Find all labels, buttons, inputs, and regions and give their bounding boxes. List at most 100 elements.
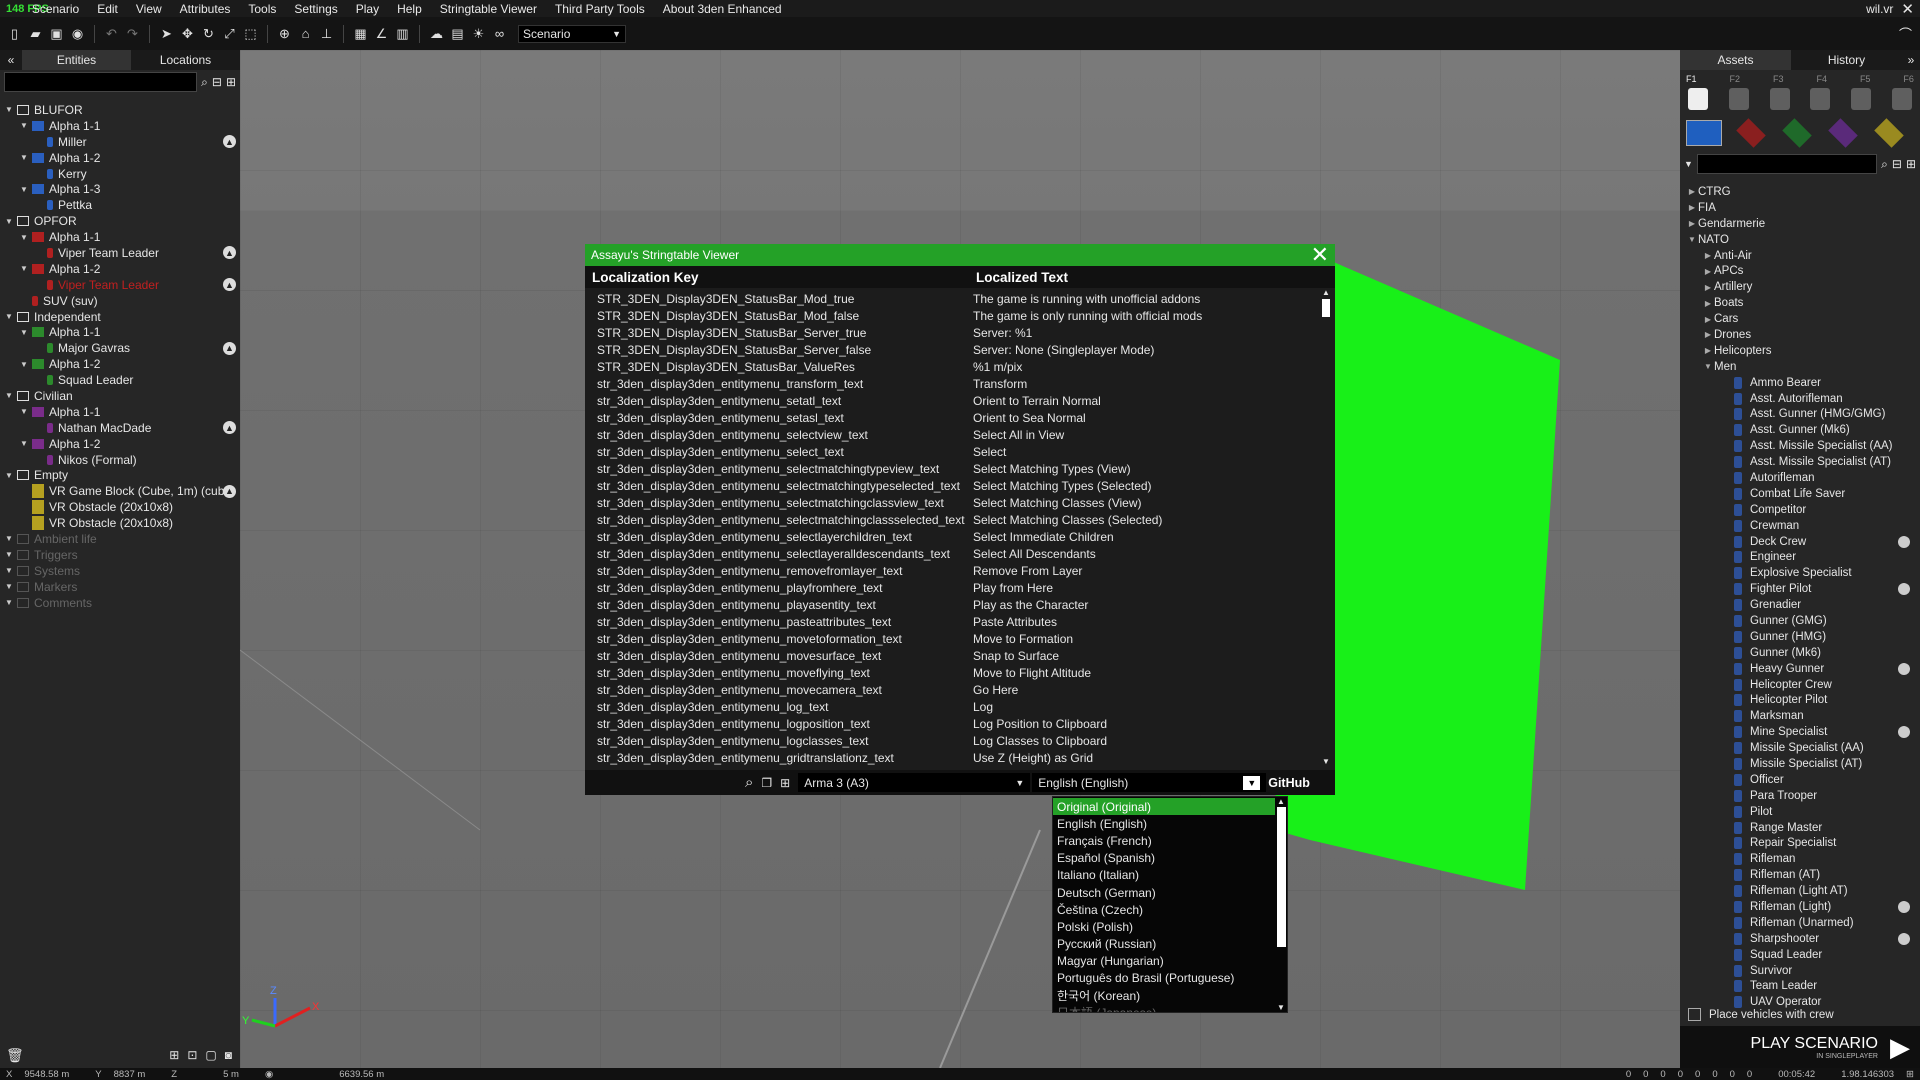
github-button[interactable]: GitHub xyxy=(1268,776,1310,790)
entity-tree-item[interactable]: Nathan MacDade ▲ xyxy=(0,420,240,436)
chevron-down-icon[interactable]: ▼ xyxy=(19,233,29,242)
entity-tree-item[interactable]: Nikos (Formal) xyxy=(0,452,240,468)
menu-help[interactable]: Help xyxy=(388,2,431,16)
asset-tree-item[interactable]: Helicopter Crew xyxy=(1680,677,1920,693)
chevron-right-icon[interactable]: ▶ xyxy=(1702,283,1714,292)
scroll-down-icon[interactable]: ▼ xyxy=(1276,1003,1286,1012)
stringtable-row[interactable]: str_3den_display3den_entitymenu_selectla… xyxy=(585,545,1335,562)
language-option[interactable]: Русский (Russian) xyxy=(1053,936,1275,953)
entity-tree-item[interactable]: Miller ▲ xyxy=(0,134,240,150)
chevron-down-icon[interactable]: ▼ xyxy=(19,407,29,416)
asset-tree-item[interactable]: ▶ Boats xyxy=(1680,295,1920,311)
chevron-down-icon[interactable]: ▼ xyxy=(1702,362,1714,371)
asset-tree-item[interactable]: Engineer xyxy=(1680,549,1920,565)
lock-icon[interactable]: ▢ xyxy=(205,1048,216,1062)
asset-tree-item[interactable]: ▶ APCs xyxy=(1680,263,1920,279)
language-dropdown[interactable]: English (English) ▼ xyxy=(1032,773,1267,792)
stringtable-row[interactable]: STR_3DEN_Display3DEN_StatusBar_ValueRes%… xyxy=(585,358,1335,375)
entity-tree-item[interactable]: Kerry xyxy=(0,166,240,182)
asset-tree-item[interactable]: Crewman xyxy=(1680,518,1920,534)
menu-edit[interactable]: Edit xyxy=(88,2,127,16)
stringtable-row[interactable]: str_3den_display3den_entitymenu_logclass… xyxy=(585,732,1335,749)
stringtable-row[interactable]: str_3den_display3den_entitymenu_selectma… xyxy=(585,494,1335,511)
asset-tree-item[interactable]: Para Trooper xyxy=(1680,788,1920,804)
menu-play[interactable]: Play xyxy=(347,2,388,16)
menu-tools[interactable]: Tools xyxy=(239,2,285,16)
asset-tree-item[interactable]: Rifleman (Unarmed) xyxy=(1680,915,1920,931)
object-mode-icon[interactable] xyxy=(1688,88,1708,110)
asset-tree-item[interactable]: Repair Specialist xyxy=(1680,836,1920,852)
asset-tree-item[interactable]: Combat Life Saver xyxy=(1680,486,1920,502)
marker-mode-icon[interactable] xyxy=(1891,88,1912,110)
stringtable-row[interactable]: str_3den_display3den_entitymenu_moveflyi… xyxy=(585,664,1335,681)
tab-locations[interactable]: Locations xyxy=(131,50,240,70)
surface-snap-icon[interactable]: ⌂ xyxy=(297,25,314,42)
steam-icon[interactable]: ◉ xyxy=(69,25,86,42)
chevron-down-icon[interactable]: ▼ xyxy=(19,360,29,369)
asset-tree-item[interactable]: Asst. Gunner (HMG/GMG) xyxy=(1680,406,1920,422)
menu-settings[interactable]: Settings xyxy=(285,2,346,16)
tab-assets[interactable]: Assets xyxy=(1680,50,1791,70)
stringtable-row[interactable]: str_3den_display3den_entitymenu_pasteatt… xyxy=(585,613,1335,630)
entity-tree-item[interactable]: ▼ BLUFOR xyxy=(0,102,240,118)
entity-tree-item[interactable]: Viper Team Leader ▲ xyxy=(0,245,240,261)
language-option[interactable]: Italiano (Italian) xyxy=(1053,867,1275,884)
entity-tree-item[interactable]: ▼ Systems xyxy=(0,563,240,579)
stringtable-row[interactable]: str_3den_display3den_entitymenu_select_t… xyxy=(585,443,1335,460)
weather-icon[interactable]: ☁ xyxy=(428,25,445,42)
chevron-down-icon[interactable]: ▼ xyxy=(4,582,14,591)
asset-tree-item[interactable]: Gunner (HMG) xyxy=(1680,629,1920,645)
stringtable-row[interactable]: STR_3DEN_Display3DEN_StatusBar_Server_fa… xyxy=(585,341,1335,358)
hat-icon[interactable]: ⌒ xyxy=(1899,24,1912,43)
stringtable-row[interactable]: str_3den_display3den_entitymenu_setatl_t… xyxy=(585,392,1335,409)
stringtable-row[interactable]: str_3den_display3den_entitymenu_playfrom… xyxy=(585,579,1335,596)
asset-tree-item[interactable]: ▼ Men xyxy=(1680,359,1920,375)
collapse-left-icon[interactable]: « xyxy=(0,50,22,70)
globe-icon[interactable]: ⊕ xyxy=(276,25,293,42)
collapse-right-icon[interactable]: » xyxy=(1902,50,1920,70)
entity-tree-item[interactable]: Pettka xyxy=(0,197,240,213)
chevron-down-icon[interactable]: ▼ xyxy=(19,439,29,448)
undo-icon[interactable]: ↶ xyxy=(103,25,120,42)
asset-tree-item[interactable]: Asst. Autorifleman xyxy=(1680,391,1920,407)
chevron-down-icon[interactable]: ▼ xyxy=(4,391,14,400)
side-opfor-swatch[interactable] xyxy=(1736,118,1766,148)
side-blufor-swatch[interactable] xyxy=(1686,120,1722,146)
entity-tree-item[interactable]: SUV (suv) xyxy=(0,293,240,309)
chevron-down-icon[interactable]: ▼ xyxy=(1684,159,1693,169)
asset-tree-item[interactable]: Mine Specialist xyxy=(1680,724,1920,740)
chevron-down-icon[interactable]: ▼ xyxy=(4,598,14,607)
source-dropdown[interactable]: Arma 3 (A3) ▼ xyxy=(798,773,1031,792)
select-cursor-icon[interactable]: ➤ xyxy=(158,25,175,42)
search-icon[interactable]: ⌕ xyxy=(745,774,753,791)
asset-tree-item[interactable]: ▶ Gendarmerie xyxy=(1680,216,1920,232)
translate-icon[interactable]: ✥ xyxy=(179,25,196,42)
asset-tree-item[interactable]: Squad Leader xyxy=(1680,947,1920,963)
map-icon[interactable]: ▤ xyxy=(449,25,466,42)
asset-tree-item[interactable]: Sharpshooter xyxy=(1680,931,1920,947)
language-option[interactable]: Français (French) xyxy=(1053,832,1275,849)
collapse-all-icon[interactable]: ⊟ xyxy=(1892,157,1902,171)
entity-tree-item[interactable]: ▼ Alpha 1-1 xyxy=(0,324,240,340)
chevron-down-icon[interactable]: ▼ xyxy=(19,121,29,130)
menu-view[interactable]: View xyxy=(127,2,171,16)
side-empty-swatch[interactable] xyxy=(1874,118,1904,148)
menu-third-party-tools[interactable]: Third Party Tools xyxy=(546,2,654,16)
stringtable-row[interactable]: str_3den_display3den_entitymenu_logposit… xyxy=(585,715,1335,732)
chevron-right-icon[interactable]: ▶ xyxy=(1702,330,1714,339)
entity-tree-item[interactable]: ▼ Alpha 1-2 xyxy=(0,261,240,277)
list-scrollbar[interactable]: ▲ ▼ xyxy=(1321,288,1331,766)
stringtable-row[interactable]: STR_3DEN_Display3DEN_StatusBar_Mod_false… xyxy=(585,307,1335,324)
stringtable-row[interactable]: str_3den_display3den_entitymenu_selectvi… xyxy=(585,426,1335,443)
redo-icon[interactable]: ↷ xyxy=(124,25,141,42)
asset-tree-item[interactable]: Deck Crew xyxy=(1680,534,1920,550)
scale-grid-icon[interactable]: ▥ xyxy=(394,25,411,42)
asset-tree-item[interactable]: Ammo Bearer xyxy=(1680,375,1920,391)
camera-icon[interactable]: ◙ xyxy=(225,1048,232,1062)
entity-tree-item[interactable]: ▼ Comments xyxy=(0,595,240,611)
collapse-all-icon[interactable]: ⊟ xyxy=(212,75,222,89)
entity-tree-item[interactable]: ▼ Ambient life xyxy=(0,531,240,547)
asset-tree-item[interactable]: Rifleman (AT) xyxy=(1680,867,1920,883)
stringtable-row[interactable]: str_3den_display3den_entitymenu_playasen… xyxy=(585,596,1335,613)
asset-tree-item[interactable]: Gunner (Mk6) xyxy=(1680,645,1920,661)
